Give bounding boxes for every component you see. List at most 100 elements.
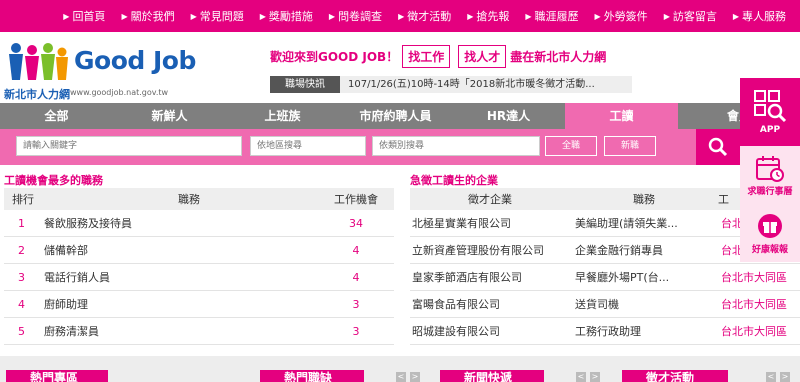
top-nav-item[interactable]: ▶ 徵才活動 (390, 0, 459, 32)
job-cell[interactable]: 電話行銷人員 (44, 269, 334, 285)
company-cell[interactable]: 昭城建設有限公司 (410, 323, 575, 339)
company-cell[interactable]: 立新資產管理股份有限公司 (410, 242, 575, 258)
table-row[interactable]: 3 電話行銷人員 4 (4, 264, 394, 291)
top-nav-label: 職涯履歷 (534, 10, 579, 23)
top-nav-item[interactable]: ▶ 搶先報 (459, 0, 517, 32)
caret-right-icon: ▶ (190, 11, 197, 21)
top-nav-item[interactable]: ▶ 常見問題 (183, 0, 252, 32)
job-cell[interactable]: 餐飲服務及接待員 (44, 215, 334, 231)
location-cell: 台北市大同區 (721, 325, 787, 338)
hot-jobs-tab[interactable]: 熱門職缺 (260, 370, 364, 382)
search-icon[interactable] (696, 129, 740, 165)
job-cell[interactable]: 廚師助理 (44, 296, 334, 312)
tab-office-worker[interactable]: 上班族 (226, 103, 339, 129)
job-cell[interactable]: 廚務清潔員 (44, 323, 334, 339)
location-cell: 台北市大同區 (721, 271, 787, 284)
rank-cell: 2 (18, 243, 25, 257)
job-cell[interactable]: 儲備幹部 (44, 242, 334, 258)
new-job-button[interactable]: 新職 (604, 136, 656, 156)
top-nav-item[interactable]: ▶ 外勞簽件 (587, 0, 656, 32)
welcome-text: 歡迎來到GOOD JOB！ (270, 49, 399, 64)
top-nav-item[interactable]: ▶ 獎勵措施 (252, 0, 321, 32)
job-cell[interactable]: 送貨司機 (575, 296, 721, 312)
top-nav-label: 徵才活動 (407, 10, 452, 23)
prev-arrow-icon[interactable]: < (396, 372, 406, 382)
top-nav-label: 專人服務 (742, 10, 786, 23)
company-cell[interactable]: 北極星實業有限公司 (410, 215, 575, 231)
tab-all[interactable]: 全部 (0, 103, 113, 129)
ticker-text[interactable]: 107/1/26(五)10時-14時「2018新北市暖冬徵才活動... (340, 76, 632, 93)
site-logo[interactable]: Good Job 新北市人力網 www.goodjob.nat.gov.tw (4, 38, 204, 102)
tab-graduate[interactable]: 新鮮人 (113, 103, 226, 129)
right-table-header: 徵才企業 職務 工 (410, 188, 740, 210)
hot-zone-tab[interactable]: 熱門專區 (6, 370, 108, 382)
full-time-button[interactable]: 全職 (545, 136, 597, 156)
rank-cell: 4 (18, 297, 25, 311)
type-select[interactable]: 依類別搜尋 (372, 136, 540, 156)
company-cell[interactable]: 皇家季節酒店有限公司 (410, 269, 575, 285)
job-calendar-button[interactable]: 求職行事曆 (740, 146, 800, 204)
left-section-title: 工讀機會最多的職務 (4, 174, 103, 187)
prev-arrow-icon[interactable]: < (766, 372, 776, 382)
top-nav-item[interactable]: ▶ 訪客留言 (656, 0, 725, 32)
prev-arrow-icon[interactable]: < (576, 372, 586, 382)
job-cell[interactable]: 工務行政助理 (575, 323, 721, 339)
count-cell[interactable]: 4 (334, 244, 378, 257)
count-cell[interactable]: 4 (334, 271, 378, 284)
search-bar: 請輸入關鍵字 依地區搜尋 依類別搜尋 全職 新職 (0, 129, 800, 165)
caret-right-icon: ▶ (525, 11, 532, 21)
table-row[interactable]: 昭城建設有限公司 工務行政助理 台北市大同區 (410, 318, 800, 345)
count-cell[interactable]: 34 (334, 217, 378, 230)
top-nav-item[interactable]: ▶ 專人服務 (725, 0, 794, 32)
right-section-title: 急徵工讀生的企業 (410, 174, 498, 187)
top-nav-item[interactable]: ▶ 回首頁 (55, 0, 113, 32)
next-arrow-icon[interactable]: > (590, 372, 600, 382)
tab-part-time[interactable]: 工讀 (565, 103, 678, 129)
job-cell[interactable]: 美編助理(請領失業... (575, 215, 721, 231)
job-cell[interactable]: 企業金融行銷專員 (575, 242, 721, 258)
table-row[interactable]: 富暘食品有限公司 送貨司機 台北市大同區 (410, 291, 800, 318)
table-row[interactable]: 1 餐飲服務及接待員 34 (4, 210, 394, 237)
deals-button[interactable]: 好康報報 (740, 204, 800, 262)
table-row[interactable]: 5 廚務清潔員 3 (4, 318, 394, 345)
tab-hr[interactable]: HR達人 (452, 103, 565, 129)
top-nav-label: 搶先報 (476, 10, 510, 23)
top-nav-label: 關於我們 (130, 10, 175, 23)
count-cell[interactable]: 3 (334, 298, 378, 311)
table-row[interactable]: 2 儲備幹部 4 (4, 237, 394, 264)
area-select[interactable]: 依地區搜尋 (250, 136, 366, 156)
caret-right-icon: ▶ (63, 11, 70, 21)
top-nav-item[interactable]: ▶ 職涯履歷 (517, 0, 586, 32)
gift-icon (758, 213, 782, 238)
qr-search-icon (754, 90, 787, 123)
caret-right-icon: ▶ (732, 11, 739, 21)
company-cell[interactable]: 富暘食品有限公司 (410, 296, 575, 312)
tab-city-contract[interactable]: 市府約聘人員 (339, 103, 452, 129)
logo-site-name: 新北市人力網 (4, 88, 70, 101)
find-job-button[interactable]: 找工作 (402, 44, 451, 68)
caret-right-icon: ▶ (398, 11, 405, 21)
app-button[interactable]: APP (740, 78, 800, 146)
table-row[interactable]: 4 廚師助理 3 (4, 291, 394, 318)
recruit-events-tab[interactable]: 徵才活動 (622, 370, 728, 382)
find-talent-button[interactable]: 找人才 (458, 44, 507, 68)
header-job: 職務 (633, 193, 655, 206)
next-arrow-icon[interactable]: > (410, 372, 420, 382)
job-cell[interactable]: 早餐廳外場PT(台... (575, 269, 721, 285)
header-location: 工 (718, 193, 729, 206)
news-tab[interactable]: 新聞快遞 (440, 370, 544, 382)
top-nav-item[interactable]: ▶ 關於我們 (113, 0, 182, 32)
top-nav-item[interactable]: ▶ 問卷調查 (321, 0, 390, 32)
news-ticker: 職場快訊 107/1/26(五)10時-14時「2018新北市暖冬徵才活動... (270, 76, 632, 93)
table-row[interactable]: 皇家季節酒店有限公司 早餐廳外場PT(台... 台北市大同區 (410, 264, 800, 291)
caret-right-icon: ▶ (467, 11, 474, 21)
count-cell[interactable]: 3 (334, 325, 378, 338)
caret-right-icon: ▶ (594, 11, 601, 21)
next-arrow-icon[interactable]: > (780, 372, 790, 382)
keyword-input[interactable]: 請輸入關鍵字 (16, 136, 242, 156)
welcome-suffix: 盡在新北市人力網 (510, 49, 607, 64)
top-nav-list: ▶ 回首頁 ▶ 關於我們 ▶ 常見問題 ▶ 獎勵措施 ▶ 問卷調查 ▶ 徵才活動 ▶ 搶先報 ▶ 職涯履歷 ▶ 外… (0, 0, 800, 32)
header-rank: 排行 (12, 193, 34, 206)
top-nav-label: 外勞簽件 (603, 10, 648, 23)
rank-cell: 1 (18, 216, 25, 230)
